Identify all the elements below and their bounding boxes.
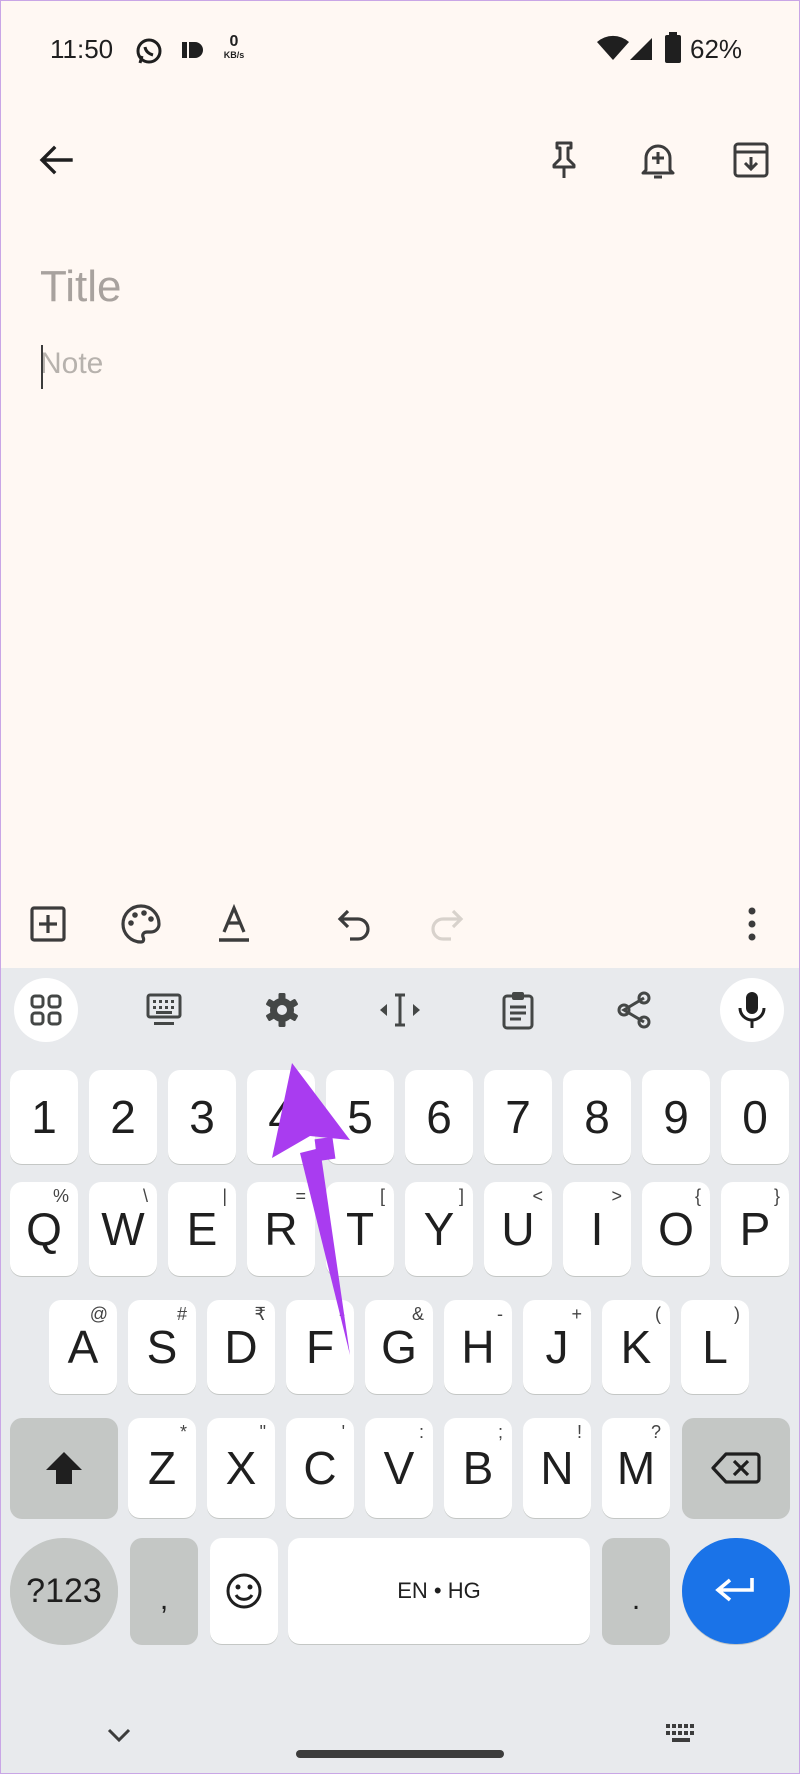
annotation-arrow xyxy=(272,1063,350,1355)
